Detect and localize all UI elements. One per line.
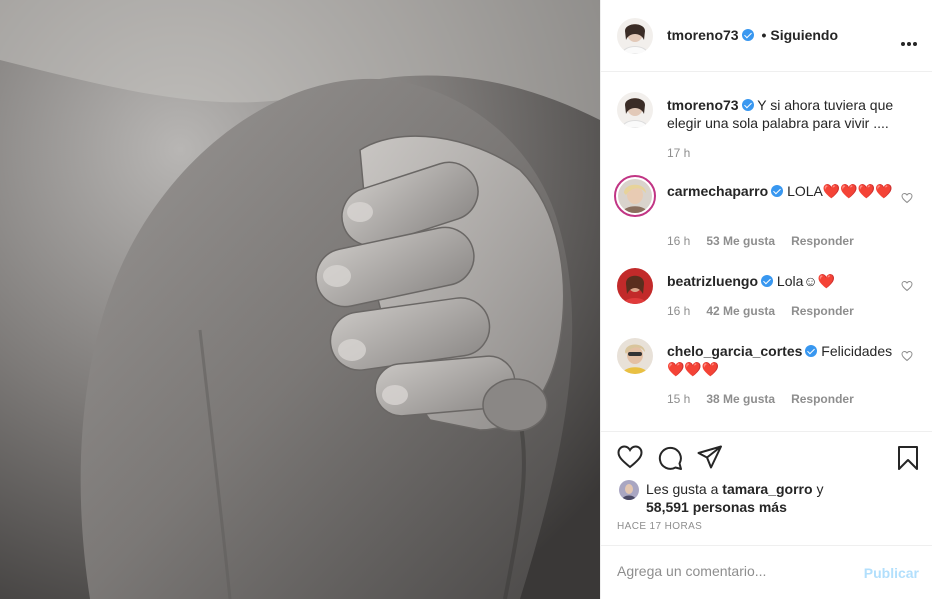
liker-avatar[interactable] [619,480,639,500]
comment-input[interactable] [617,563,847,579]
comment-username[interactable]: chelo_garcia_cortes [667,343,802,359]
comment-meta: 16 h 53 Me gusta Responder [667,234,854,248]
author-avatar[interactable] [617,18,653,54]
likes-text: Les gusta a tamara_gorro y 58,591 person… [646,480,926,516]
comment-time[interactable]: 16 h [667,304,690,318]
comment-body: LOLA❤️❤️❤️❤️ [787,183,893,199]
comment-text: beatrizluengo Lola☺❤️ [667,272,905,290]
likes-prefix: Les gusta a [646,481,719,497]
bookmark-icon[interactable] [897,445,919,471]
header-user: tmoreno73 • Siguiendo [667,27,838,43]
comment-likes[interactable]: 53 Me gusta [706,234,775,248]
likes-count[interactable]: 58,591 personas más [646,499,787,515]
comment-text: carmechaparro LOLA❤️❤️❤️❤️ [667,182,905,200]
commenter-avatar[interactable] [614,175,656,217]
follow-status-button[interactable]: Siguiendo [770,27,838,43]
liker-username[interactable]: tamara_gorro [722,481,812,497]
caption-time[interactable]: 17 h [667,146,690,160]
heart-icon[interactable] [901,280,913,292]
caption-avatar[interactable] [617,92,653,128]
post-time-ago[interactable]: Hace 17 horas [617,521,702,532]
more-dots-icon[interactable] [899,33,917,49]
likes-conj: y [816,481,824,497]
verified-icon [771,185,784,197]
author-username[interactable]: tmoreno73 [667,27,739,43]
heart-icon[interactable] [617,445,643,469]
comment-text: chelo_garcia_cortes Felicidades ❤️❤️❤️ [667,342,905,378]
comment-time[interactable]: 15 h [667,392,690,406]
add-comment-bar: Publicar [601,545,932,599]
comment-time[interactable]: 16 h [667,234,690,248]
action-bar: Les gusta a tamara_gorro y 58,591 person… [601,431,932,545]
reply-button[interactable]: Responder [791,304,854,318]
comment-likes[interactable]: 42 Me gusta [706,304,775,318]
reply-button[interactable]: Responder [791,392,854,406]
comment-body: Lola☺❤️ [776,273,836,289]
comment-username[interactable]: beatrizluengo [667,273,758,289]
comment-meta: 16 h 42 Me gusta Responder [667,304,854,318]
caption-text: tmoreno73 Y si ahora tuviera que elegir … [667,96,905,132]
caption-username[interactable]: tmoreno73 [667,97,739,113]
verified-icon [741,99,754,111]
comment-icon[interactable] [657,445,683,471]
heart-icon[interactable] [901,350,913,362]
commenter-avatar[interactable] [617,338,653,374]
heart-icon[interactable] [901,192,913,204]
verified-icon [761,275,774,287]
comment-username[interactable]: carmechaparro [667,183,768,199]
verified-icon [741,29,754,41]
comment-meta: 15 h 38 Me gusta Responder [667,392,854,406]
paper-plane-icon[interactable] [697,445,723,469]
commenter-avatar[interactable] [617,268,653,304]
post-panel: tmoreno73 • Siguiendo tmoreno73 Y si ahor… [600,0,932,599]
comment-likes[interactable]: 38 Me gusta [706,392,775,406]
comments-list[interactable]: tmoreno73 Y si ahora tuviera que elegir … [601,72,932,430]
publish-button[interactable]: Publicar [864,565,919,581]
reply-button[interactable]: Responder [791,234,854,248]
verified-icon [805,345,818,357]
post-header: tmoreno73 • Siguiendo [601,0,932,72]
separator-dot: • [761,27,767,43]
post-image [0,0,600,599]
post-photo[interactable] [0,0,600,599]
